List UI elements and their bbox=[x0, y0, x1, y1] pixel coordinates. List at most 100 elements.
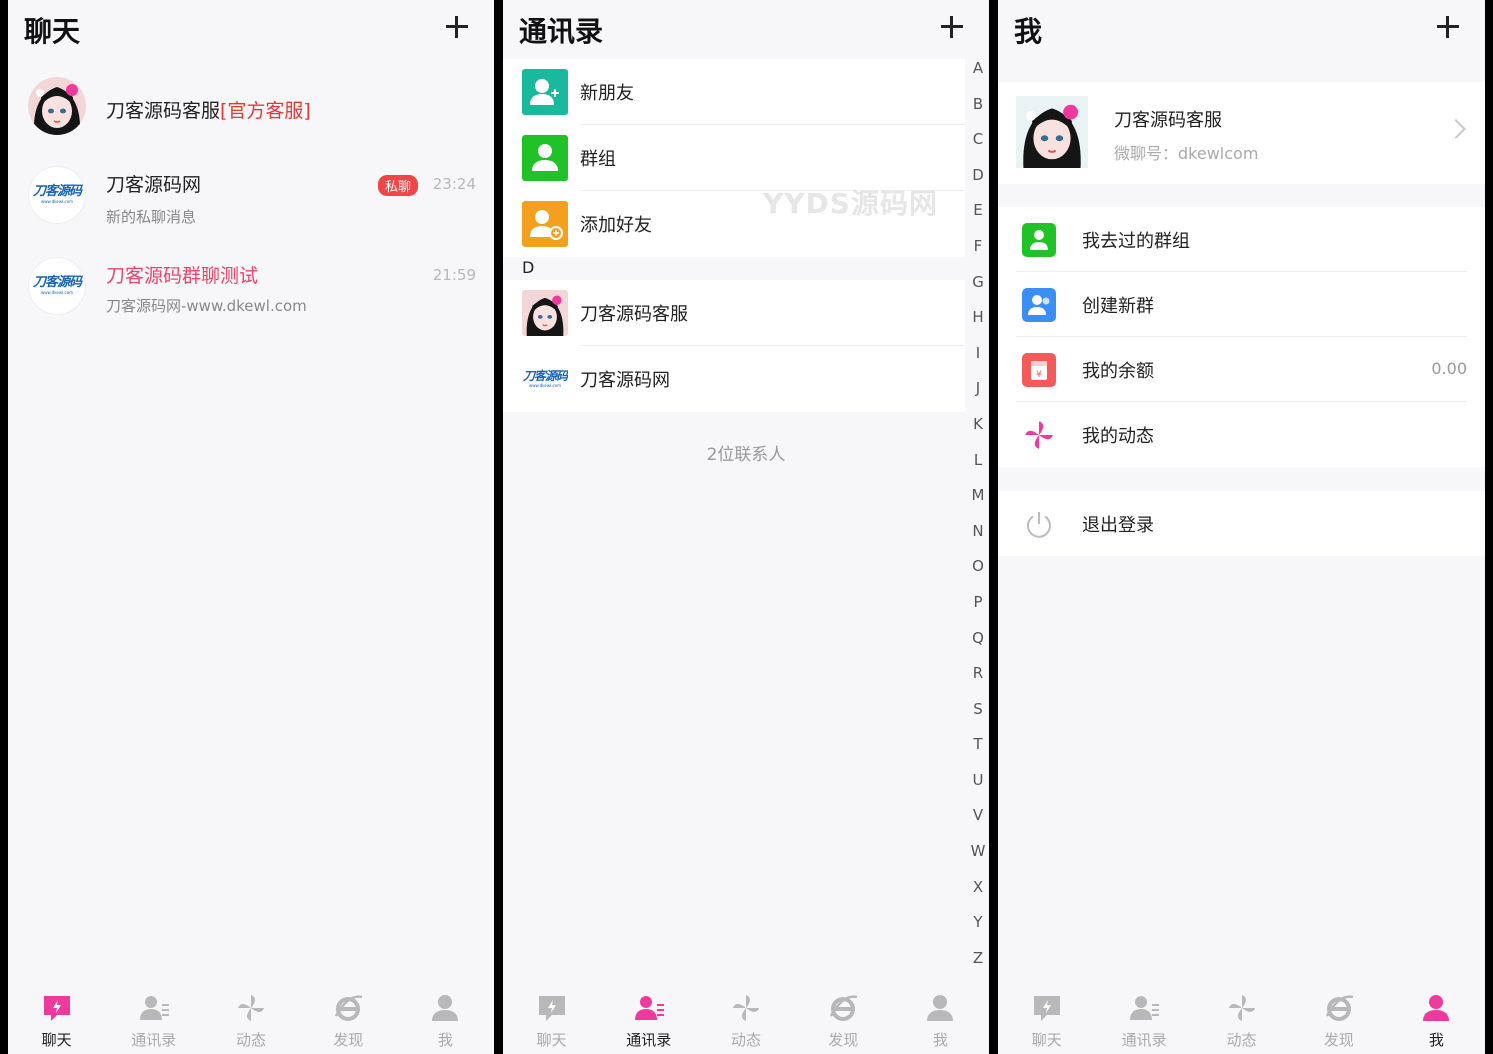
logout-button[interactable]: 退出登录 bbox=[998, 491, 1485, 556]
contact-name: 刀客源码客服 bbox=[580, 304, 688, 325]
new-friend-icon bbox=[522, 69, 568, 115]
person-icon bbox=[432, 995, 459, 1021]
alphabet-letter[interactable]: X bbox=[967, 877, 989, 913]
alphabet-letter[interactable]: R bbox=[967, 663, 989, 699]
avatar bbox=[28, 77, 86, 135]
chat-name: 刀客源码客服 bbox=[106, 100, 221, 122]
logo-avatar: 刀客源码 www.dkewl.com bbox=[28, 257, 86, 315]
avatar bbox=[1016, 96, 1088, 168]
chat-header: 聊天 bbox=[8, 0, 494, 60]
power-icon bbox=[1022, 507, 1056, 541]
alphabet-index[interactable]: ABCDEFGHIJKLMNOPQRSTUVWXYZ bbox=[967, 58, 989, 983]
me-header: 我 bbox=[998, 0, 1485, 60]
logo-avatar: 刀客源码 www.dkewl.com bbox=[522, 356, 568, 402]
alphabet-letter[interactable]: V bbox=[967, 805, 989, 841]
tab-contacts[interactable]: 通讯录 bbox=[105, 984, 202, 1054]
alphabet-letter[interactable]: F bbox=[967, 236, 989, 272]
menu-my-moments[interactable]: 我的动态 bbox=[998, 402, 1485, 467]
alphabet-letter[interactable]: T bbox=[967, 734, 989, 770]
alphabet-letter[interactable]: L bbox=[967, 450, 989, 486]
chat-screen: 聊天 刀客源码客服[官方客服] 刀客源码 www.dkewl.com 刀客源码网… bbox=[8, 0, 494, 1054]
alphabet-letter[interactable]: W bbox=[967, 841, 989, 877]
alphabet-letter[interactable]: S bbox=[967, 699, 989, 735]
alphabet-letter[interactable]: U bbox=[967, 770, 989, 806]
watermark: YYDS源码网 bbox=[763, 187, 938, 220]
person-icon bbox=[927, 995, 954, 1021]
alphabet-letter[interactable]: G bbox=[967, 272, 989, 308]
chevron-right-icon bbox=[1446, 119, 1466, 139]
alphabet-letter[interactable]: B bbox=[967, 94, 989, 130]
menu-create-group[interactable]: 创建新群 bbox=[998, 272, 1485, 337]
chat-preview: 新的私聊消息 bbox=[106, 208, 197, 226]
tab-contacts[interactable]: 通讯录 bbox=[1095, 984, 1192, 1054]
plus-icon[interactable] bbox=[937, 12, 967, 42]
alphabet-letter[interactable]: J bbox=[967, 378, 989, 414]
page-title: 聊天 bbox=[24, 15, 81, 48]
contact-row[interactable]: 刀客源码 www.dkewl.com 刀客源码网 bbox=[503, 346, 965, 412]
alphabet-letter[interactable]: O bbox=[967, 556, 989, 592]
group-icon bbox=[522, 135, 568, 181]
chat-bubble-icon bbox=[43, 996, 70, 1021]
alphabet-letter[interactable]: H bbox=[967, 307, 989, 343]
wechat-id: 微聊号：dkewlcom bbox=[1114, 144, 1259, 163]
balance-value: 0.00 bbox=[1431, 359, 1467, 378]
wallet-icon: ¥ bbox=[1022, 353, 1056, 387]
me-screen: 我 刀客源码客服 微聊号：dkewlcom 我去过的群组 创建新群 ¥ 我的余额… bbox=[998, 0, 1485, 1054]
section-header: D bbox=[522, 258, 535, 277]
page-title: 我 bbox=[1014, 15, 1043, 48]
plus-icon[interactable] bbox=[1433, 12, 1463, 42]
chat-list-item[interactable]: 刀客源码 www.dkewl.com 刀客源码网 私聊 23:24 新的私聊消息 bbox=[8, 152, 494, 242]
tab-discover[interactable]: 发现 bbox=[795, 984, 892, 1054]
alphabet-letter[interactable]: Y bbox=[967, 912, 989, 948]
new-friends-row[interactable]: 新朋友 bbox=[503, 59, 965, 125]
add-friend-icon bbox=[522, 201, 568, 247]
contact-name: 刀客源码网 bbox=[580, 370, 670, 391]
logo-avatar: 刀客源码 www.dkewl.com bbox=[28, 166, 86, 224]
tab-me[interactable]: 我 bbox=[892, 984, 989, 1054]
contacts-icon bbox=[634, 996, 664, 1020]
alphabet-letter[interactable]: I bbox=[967, 343, 989, 379]
contact-row[interactable]: 刀客源码客服 bbox=[503, 280, 965, 346]
discover-e-icon bbox=[335, 995, 363, 1021]
contacts-header: 通讯录 bbox=[503, 0, 989, 60]
tab-contacts[interactable]: 通讯录 bbox=[600, 984, 697, 1054]
alphabet-letter[interactable]: Q bbox=[967, 628, 989, 664]
chat-bubble-icon bbox=[538, 996, 565, 1021]
tab-moments[interactable]: 动态 bbox=[202, 984, 299, 1054]
tab-moments[interactable]: 动态 bbox=[1193, 984, 1290, 1054]
menu-balance[interactable]: ¥ 我的余额 0.00 bbox=[998, 337, 1485, 402]
alphabet-letter[interactable]: N bbox=[967, 521, 989, 557]
alphabet-letter[interactable]: C bbox=[967, 129, 989, 165]
tab-me[interactable]: 我 bbox=[1388, 984, 1485, 1054]
tab-chat[interactable]: 聊天 bbox=[503, 984, 600, 1054]
alphabet-letter[interactable]: D bbox=[967, 165, 989, 201]
tab-bar: 聊天 通讯录 动态 发现 我 bbox=[8, 984, 494, 1054]
chat-preview: 刀客源码网-www.dkewl.com bbox=[106, 297, 307, 315]
chat-time: 21:59 bbox=[432, 266, 476, 284]
alphabet-letter[interactable]: A bbox=[967, 58, 989, 94]
tab-discover[interactable]: 发现 bbox=[1290, 984, 1387, 1054]
alphabet-letter[interactable]: K bbox=[967, 414, 989, 450]
pinwheel-icon bbox=[1228, 995, 1255, 1021]
menu-visited-groups[interactable]: 我去过的群组 bbox=[998, 207, 1485, 272]
alphabet-letter[interactable]: M bbox=[967, 485, 989, 521]
profile-card[interactable]: 刀客源码客服 微聊号：dkewlcom bbox=[998, 82, 1485, 184]
tab-moments[interactable]: 动态 bbox=[697, 984, 794, 1054]
tab-discover[interactable]: 发现 bbox=[300, 984, 397, 1054]
avatar bbox=[522, 290, 568, 336]
chat-list-item[interactable]: 刀客源码 www.dkewl.com 刀客源码群聊测试 21:59 刀客源码网-… bbox=[8, 243, 494, 333]
tab-chat[interactable]: 聊天 bbox=[998, 984, 1095, 1054]
alphabet-letter[interactable]: P bbox=[967, 592, 989, 628]
alphabet-letter[interactable]: E bbox=[967, 200, 989, 236]
tab-me[interactable]: 我 bbox=[397, 984, 494, 1054]
contacts-icon bbox=[1130, 996, 1160, 1020]
pinwheel-icon bbox=[733, 995, 759, 1021]
chat-list-item[interactable]: 刀客源码客服[官方客服] bbox=[8, 62, 494, 152]
plus-icon[interactable] bbox=[442, 12, 472, 42]
alphabet-letter[interactable]: Z bbox=[967, 948, 989, 984]
group-icon bbox=[1022, 223, 1056, 257]
discover-e-icon bbox=[830, 995, 858, 1021]
chat-bubble-icon bbox=[1033, 996, 1060, 1021]
tab-chat[interactable]: 聊天 bbox=[8, 984, 105, 1054]
profile-name: 刀客源码客服 bbox=[1114, 110, 1222, 131]
